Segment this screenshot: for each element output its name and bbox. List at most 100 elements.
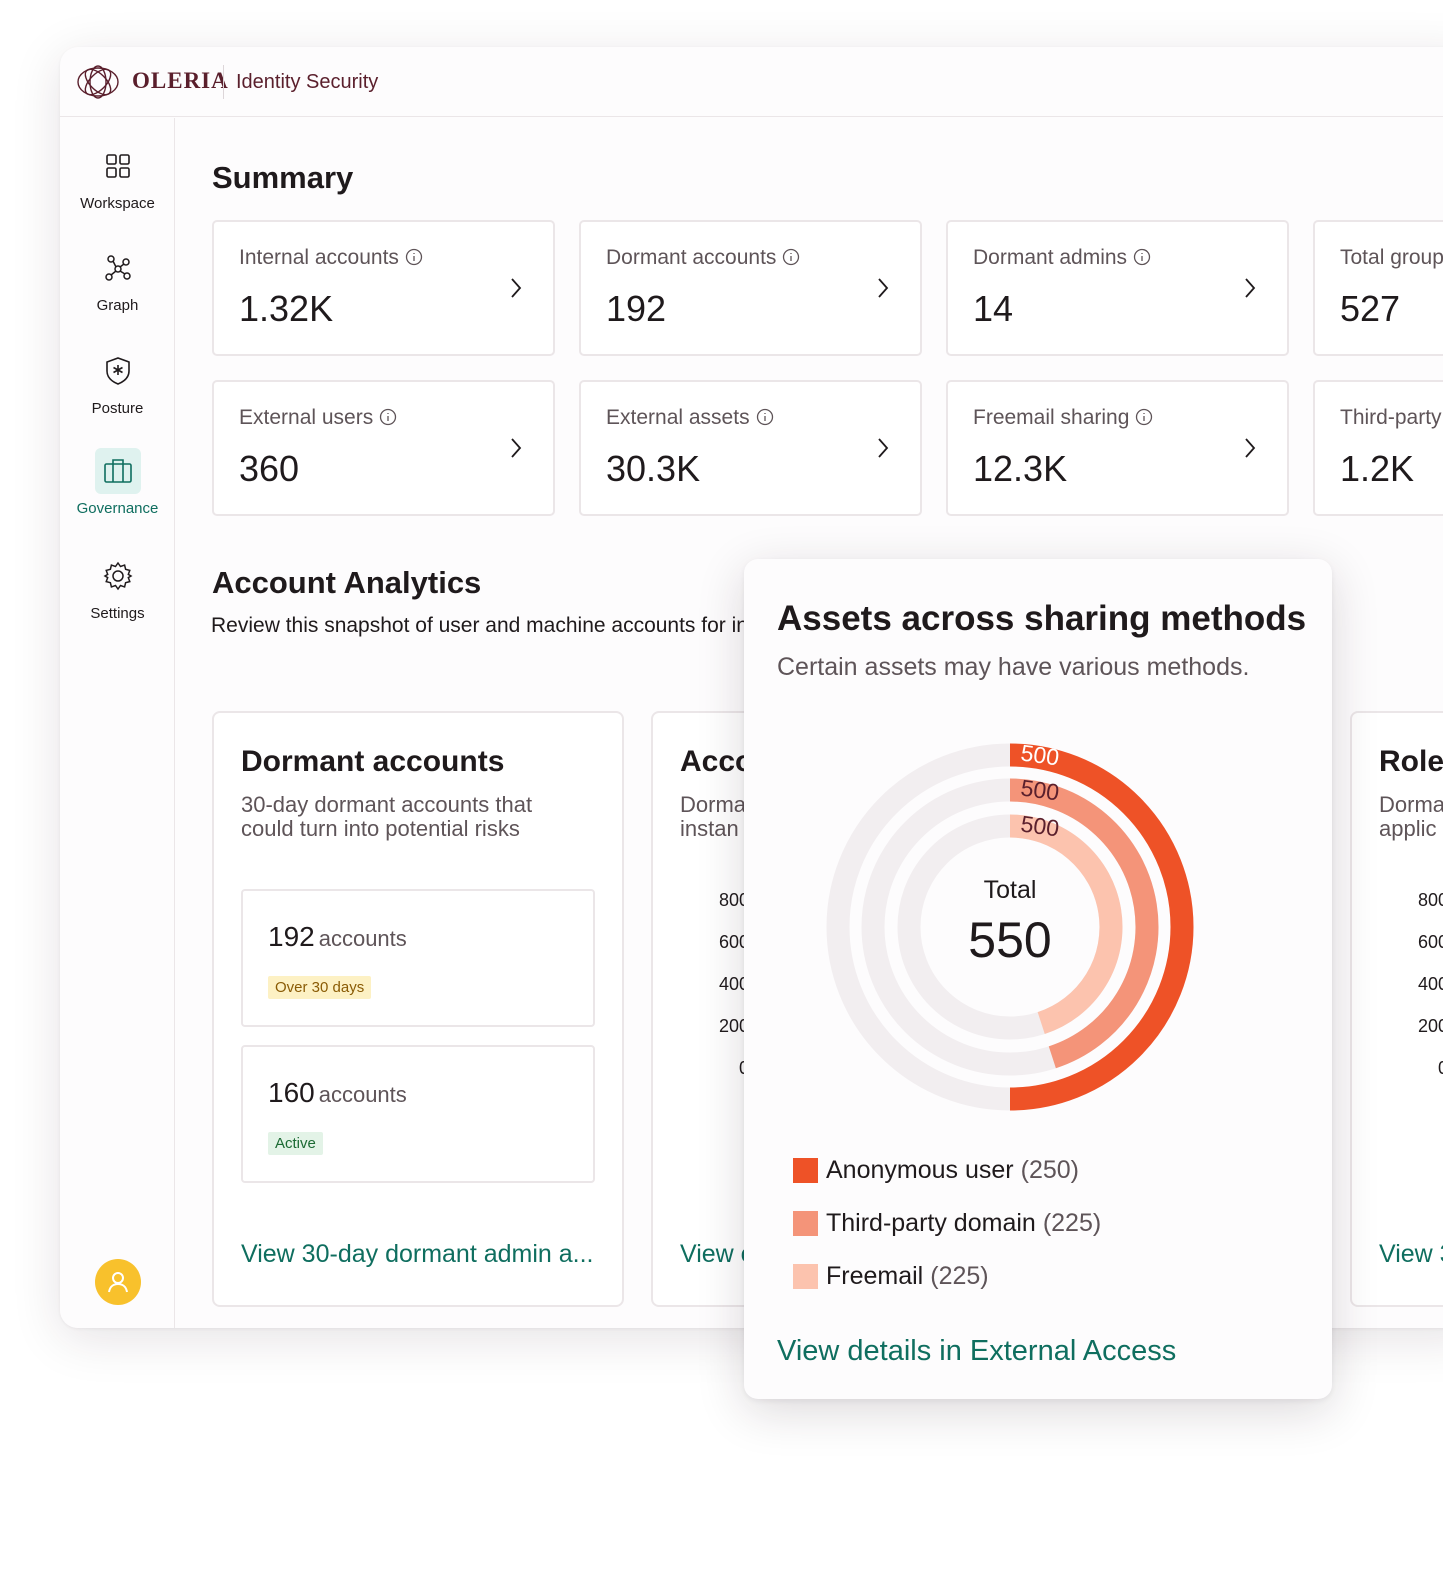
stat-label-text: Dormant admins — [973, 246, 1128, 269]
y-tick-label: 600 — [718, 932, 749, 952]
product-name: Identity Security — [236, 71, 379, 93]
chevron-right-icon[interactable] — [1243, 276, 1257, 300]
view-dormant-admins-link[interactable]: View 30-day dormant admin a... — [241, 1240, 594, 1269]
panel-title: Roles — [1379, 745, 1443, 778]
panel-description: Dorma instan — [680, 792, 747, 841]
stat-label-text: Dormant accounts — [606, 246, 777, 269]
active-count-card[interactable]: 160 accounts Active — [241, 1045, 595, 1183]
popover-title: Assets across sharing methods — [777, 599, 1307, 638]
stat-card[interactable]: Internal accounts 1.32K — [212, 220, 555, 356]
brand-name: OLERIA — [132, 68, 229, 93]
stat-value: 1.32K — [239, 288, 334, 329]
y-tick-label: 800 — [718, 890, 749, 910]
stat-value: 360 — [239, 448, 300, 489]
donut-center-label: Total — [984, 876, 1037, 904]
stat-label: Third-party — [1340, 406, 1442, 429]
analytics-title: Account Analytics — [212, 565, 482, 600]
legend-count-value: 250 — [1028, 1156, 1071, 1184]
legend-count-value: 225 — [1051, 1209, 1093, 1237]
stat-card[interactable]: Dormant admins 14 — [946, 220, 1289, 356]
info-icon[interactable] — [756, 408, 774, 426]
y-axis-labels: 800 600 400 200 0 — [703, 890, 749, 1100]
ring-max-label: 500 — [1019, 739, 1061, 770]
stat-label: Dormant accounts — [606, 246, 800, 270]
brand-divider — [223, 65, 224, 99]
chevron-right-icon[interactable] — [1243, 436, 1257, 460]
legend-count-value: 225 — [938, 1262, 981, 1290]
stat-card[interactable]: External users 360 — [212, 380, 555, 516]
sidebar-item-label: Workspace — [80, 195, 155, 212]
view-external-access-link[interactable]: View details in External Access — [777, 1335, 1176, 1368]
sidebar-item-label: Settings — [90, 605, 145, 622]
info-icon[interactable] — [782, 248, 800, 266]
stat-value: 14 — [973, 288, 1014, 329]
sharing-methods-popover: Assets across sharing methods Certain as… — [744, 559, 1332, 1399]
legend-swatch — [793, 1264, 818, 1289]
stat-card[interactable]: External assets 30.3K — [579, 380, 922, 516]
stat-label: External users — [239, 406, 397, 430]
y-tick-label: 400 — [718, 974, 749, 994]
sidebar-item-settings[interactable]: Settings — [60, 553, 175, 622]
view-roles-link[interactable]: View 3 — [1379, 1240, 1443, 1269]
panel-description: Dorma applic — [1379, 792, 1443, 841]
sidebar: Workspace Graph Posture Governance Setti… — [60, 118, 175, 1328]
user-avatar[interactable] — [95, 1259, 141, 1305]
shield-star-icon — [105, 357, 130, 385]
legend-count: (225) — [1042, 1209, 1102, 1237]
summary-title: Summary — [212, 160, 354, 195]
panel-title: Dormant accounts — [241, 745, 505, 778]
account-count: 192 accounts — [268, 921, 407, 953]
legend-swatch — [793, 1158, 818, 1183]
oleria-logo-icon[interactable] — [74, 64, 122, 100]
status-badge: Over 30 days — [268, 976, 372, 999]
y-tick-label: 0 — [1402, 1058, 1443, 1100]
stat-label: Dormant admins — [973, 246, 1151, 270]
count-unit: accounts — [318, 1082, 407, 1107]
chevron-right-icon[interactable] — [509, 276, 523, 300]
grid-icon — [105, 154, 130, 178]
stat-value: 192 — [606, 288, 667, 329]
info-icon[interactable] — [1133, 248, 1151, 266]
chart-legend: Anonymous user (250) Third-party domain … — [793, 1144, 1101, 1303]
legend-item: Anonymous user (250) — [793, 1144, 1101, 1197]
user-icon — [108, 1272, 128, 1293]
stat-card[interactable]: Total groups 527 — [1313, 220, 1443, 356]
sidebar-item-label: Graph — [96, 297, 139, 314]
sidebar-item-workspace[interactable]: Workspace — [60, 143, 175, 212]
chevron-right-icon[interactable] — [509, 436, 523, 460]
sharing-donut-chart: 500 500 500 Total 550 — [826, 739, 1194, 1111]
y-tick-label: 0 — [703, 1058, 749, 1100]
chevron-right-icon[interactable] — [876, 276, 890, 300]
sidebar-item-graph[interactable]: Graph — [60, 245, 175, 314]
sidebar-item-posture[interactable]: Posture — [60, 348, 175, 417]
count-value: 192 — [268, 921, 315, 952]
stat-card[interactable]: Third-party 1.2K — [1313, 380, 1443, 516]
gear-icon — [103, 561, 132, 591]
y-axis-labels: 800 600 400 200 0 — [1402, 890, 1443, 1100]
donut-center-value: 550 — [968, 912, 1051, 968]
count-unit: accounts — [318, 926, 407, 951]
chevron-right-icon[interactable] — [876, 436, 890, 460]
account-count: 160 accounts — [268, 1077, 407, 1109]
legend-count: (225) — [930, 1262, 989, 1290]
info-icon[interactable] — [405, 248, 423, 266]
panel-description: 30-day dormant accounts that could turn … — [241, 792, 533, 841]
count-value: 160 — [268, 1077, 315, 1108]
ring-max-label: 500 — [1019, 774, 1061, 805]
stat-card[interactable]: Freemail sharing 12.3K — [946, 380, 1289, 516]
dormant-count-card[interactable]: 192 accounts Over 30 days — [241, 889, 595, 1027]
legend-label: Freemail — [826, 1262, 924, 1290]
info-icon[interactable] — [1135, 408, 1153, 426]
ring-max-label: 500 — [1019, 810, 1061, 841]
legend-item: Third-party domain (225) — [793, 1197, 1101, 1250]
status-badge: Active — [268, 1132, 323, 1155]
stat-label-text: External assets — [606, 406, 750, 429]
legend-label: Anonymous user — [826, 1156, 1014, 1184]
stat-card[interactable]: Dormant accounts 192 — [579, 220, 922, 356]
stat-label-text: Freemail sharing — [973, 406, 1130, 429]
info-icon[interactable] — [379, 408, 397, 426]
view-accounts-link[interactable]: View c — [680, 1240, 753, 1269]
sidebar-item-governance[interactable]: Governance — [60, 448, 175, 517]
popover-subtitle: Certain assets may have various methods. — [777, 653, 1250, 681]
dormant-accounts-panel: Dormant accounts 30-day dormant accounts… — [212, 711, 624, 1307]
